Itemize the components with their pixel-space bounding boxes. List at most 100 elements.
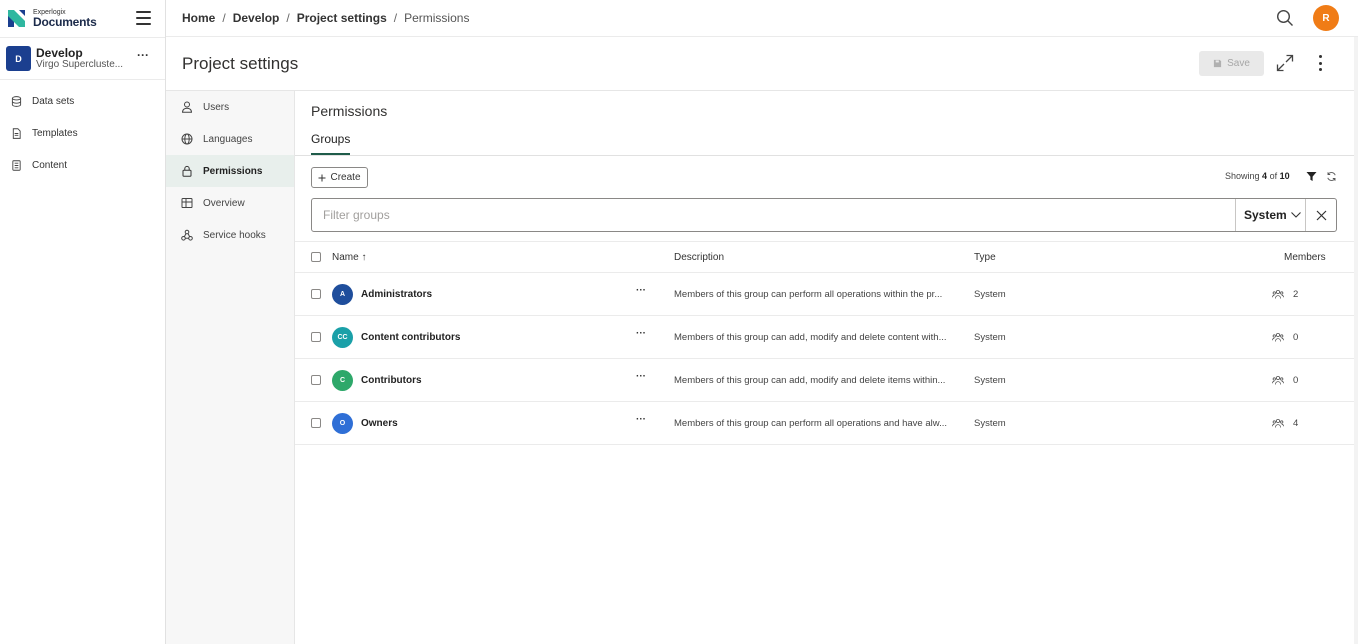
showing-count: 4 [1262,171,1268,181]
top-bar: Home / Develop / Project settings / Perm… [166,0,1358,37]
sidebar-item-data-sets[interactable]: Data sets [0,85,165,117]
settings-nav-item-users[interactable]: Users [166,91,294,123]
save-button-label: Save [1227,58,1250,69]
search-icon[interactable] [1276,9,1294,27]
settings-nav-item-languages[interactable]: Languages [166,123,294,155]
group-description: Members of this group can perform all op… [674,418,948,429]
project-switcher[interactable]: D Develop Virgo Supercluste... ··· [0,37,165,80]
breadcrumb-separator: / [393,11,398,25]
plus-icon [318,174,326,181]
filter-bar: System [311,198,1337,232]
members-icon [1272,332,1284,342]
members-icon [1272,418,1284,428]
table-row[interactable]: O Owners ··· Members of this group can p… [295,402,1354,445]
table-header-row: Name ↑ Description Type Members [295,241,1354,273]
row-checkbox[interactable] [311,332,321,342]
group-name[interactable]: Content contributors [361,332,460,343]
member-count: 0 [1293,332,1299,343]
group-name[interactable]: Owners [361,418,398,429]
settings-nav: Users Languages Permissions Overview Ser… [166,91,295,644]
row-more-button[interactable]: ··· [636,371,646,382]
document-icon [12,127,21,139]
table-row[interactable]: C Contributors ··· Members of this group… [295,359,1354,402]
group-description: Members of this group can perform all op… [674,289,943,300]
settings-nav-item-service-hooks[interactable]: Service hooks [166,219,294,251]
result-count: Showing 4 of 10 [1225,171,1290,181]
tab-bar: Groups [295,127,1354,156]
sidebar: Experlogix Documents D Develop Virgo Sup… [0,0,166,644]
select-all-checkbox[interactable] [311,252,321,262]
sidebar-item-label: Data sets [32,95,75,107]
clear-filter-button[interactable] [1305,199,1337,231]
row-checkbox[interactable] [311,375,321,385]
members-icon [1272,289,1284,299]
lock-icon [182,165,192,177]
member-count: 4 [1293,418,1299,429]
row-more-button[interactable]: ··· [636,285,646,296]
chevron-down-icon [1290,212,1301,218]
group-type: System [974,418,1006,429]
database-icon [11,95,22,107]
permissions-panel: Permissions Groups Create Showing 4 of 1… [295,91,1354,644]
experlogix-logo-icon [8,10,25,27]
user-icon [181,101,193,113]
tab-groups[interactable]: Groups [311,132,351,155]
project-more-button[interactable]: ··· [137,48,149,62]
breadcrumb-develop[interactable]: Develop [233,11,280,25]
column-header-type: Type [974,252,996,263]
settings-nav-item-permissions[interactable]: Permissions [166,155,294,187]
breadcrumb-project-settings[interactable]: Project settings [297,11,387,25]
group-type: System [974,332,1006,343]
refresh-icon[interactable] [1326,171,1337,182]
group-type: System [974,375,1006,386]
group-avatar: O [332,413,353,434]
row-more-button[interactable]: ··· [636,414,646,425]
filter-groups-input[interactable] [312,199,1234,231]
save-icon [1213,59,1222,68]
sidebar-item-content[interactable]: Content [0,149,165,181]
page-header: Project settings Save [166,37,1354,91]
user-avatar[interactable]: R [1313,5,1339,31]
app-root: Experlogix Documents D Develop Virgo Sup… [0,0,1358,644]
more-options-icon[interactable] [1316,55,1324,71]
settings-nav-label: Languages [203,133,253,145]
close-icon [1316,210,1327,220]
members-icon [1272,375,1284,385]
table-row[interactable]: A Administrators ··· Members of this gro… [295,273,1354,316]
groups-table: Name ↑ Description Type Members A Admini… [295,241,1354,445]
breadcrumb-current: Permissions [404,11,470,25]
filter-icon[interactable] [1306,171,1317,182]
settings-nav-label: Users [203,101,230,113]
grid-icon [181,198,193,208]
page-scrollbar[interactable] [1354,37,1358,644]
project-subtitle: Virgo Supercluste... [36,58,124,70]
group-avatar: CC [332,327,353,348]
create-button-label: Create [330,172,361,183]
row-checkbox[interactable] [311,418,321,428]
breadcrumb-separator: / [286,11,290,25]
group-name[interactable]: Administrators [361,289,432,300]
breadcrumb-home[interactable]: Home [182,11,215,25]
group-type-value: System [1244,208,1287,222]
group-type-dropdown[interactable]: System [1235,199,1305,231]
showing-prefix: Showing [1225,171,1260,181]
sidebar-nav: Data sets Templates Content [0,80,165,181]
table-row[interactable]: CC Content contributors ··· Members of t… [295,316,1354,359]
group-name[interactable]: Contributors [361,375,422,386]
save-button[interactable]: Save [1199,51,1264,76]
settings-nav-item-overview[interactable]: Overview [166,187,294,219]
project-name: Develop [36,45,83,60]
column-header-name[interactable]: Name ↑ [332,252,366,263]
page-title: Project settings [182,54,299,73]
hamburger-menu-icon[interactable] [136,11,151,25]
sidebar-item-label: Content [32,159,68,171]
row-checkbox[interactable] [311,289,321,299]
project-badge: D [6,46,31,71]
create-button[interactable]: Create [311,167,368,188]
row-more-button[interactable]: ··· [636,328,646,339]
globe-icon [181,133,193,145]
expand-icon[interactable] [1276,54,1294,72]
brand-product: Documents [33,15,97,29]
member-count: 2 [1293,289,1299,300]
sidebar-item-templates[interactable]: Templates [0,117,165,149]
